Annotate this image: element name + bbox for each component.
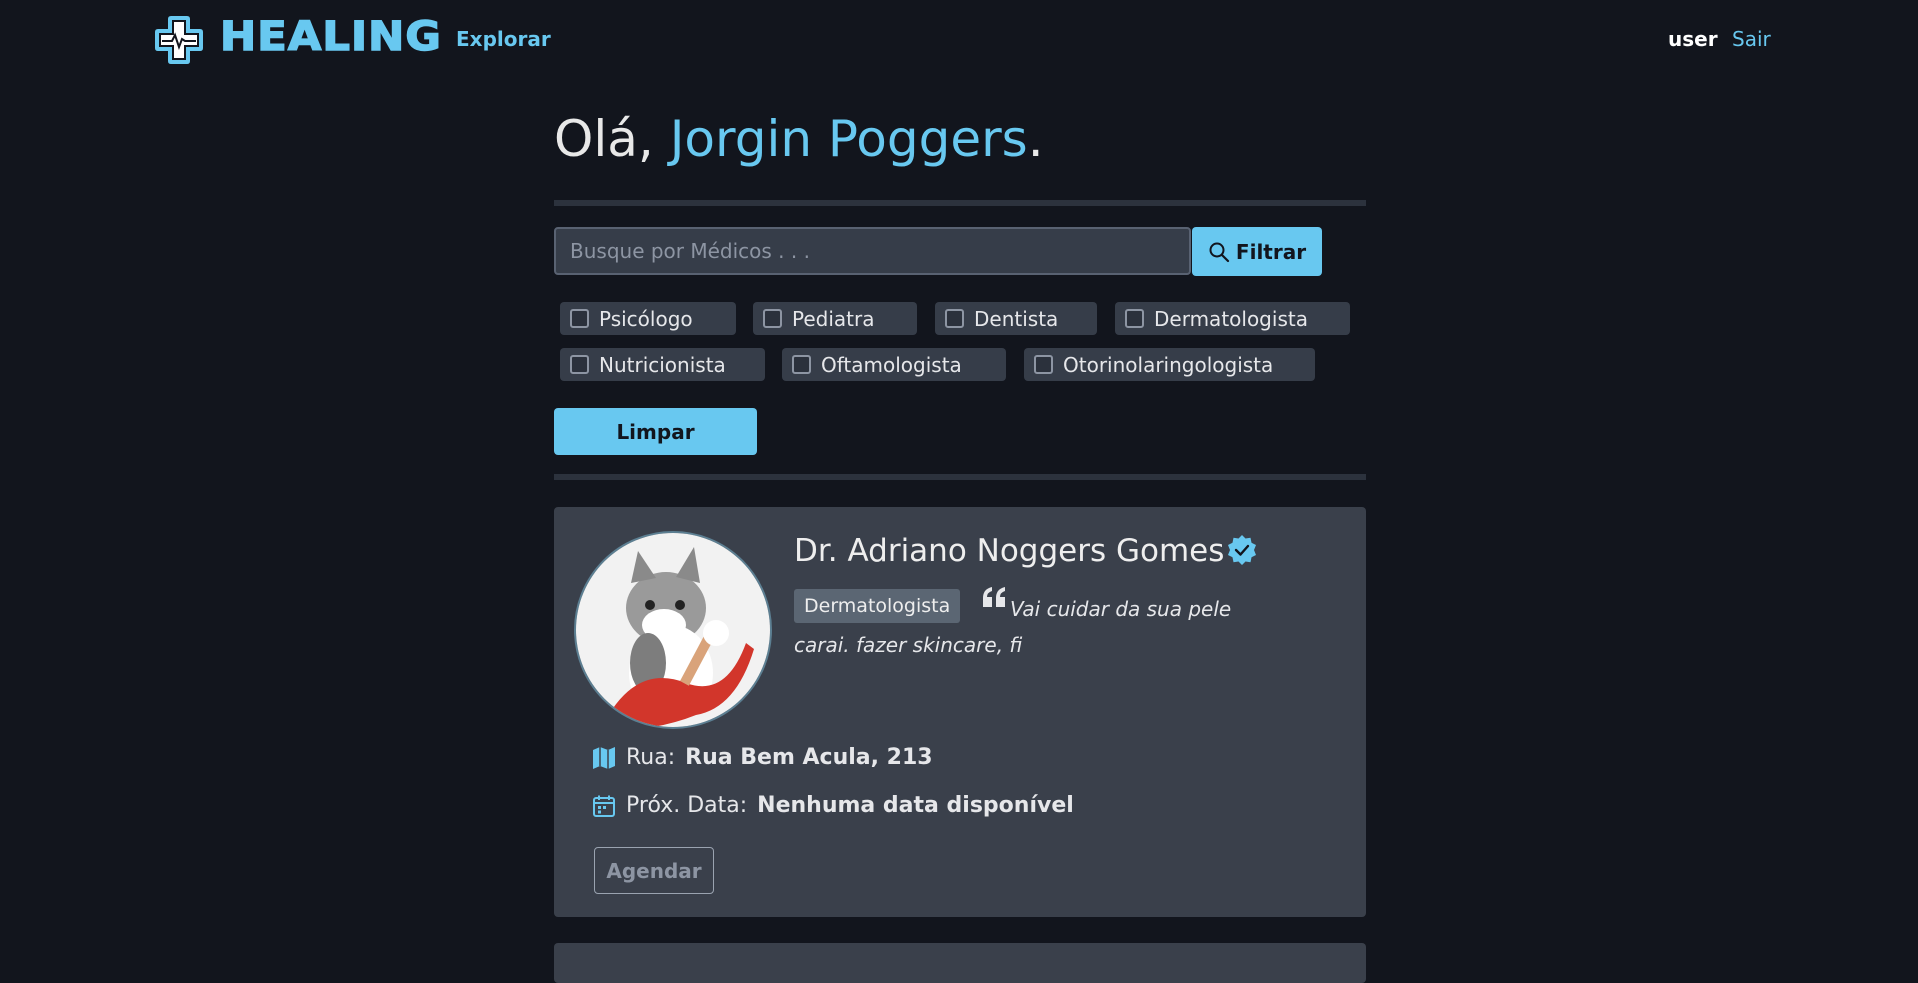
quote-icon [983,587,1005,607]
doctor-address-row: Rua: Rua Bem Acula, 213 [592,745,933,770]
filter-chip-pediatra[interactable]: Pediatra [753,302,917,335]
filter-chip-label: Oftamologista [821,352,962,377]
cat-guitar-image [576,533,770,727]
next-date-value: Nenhuma data disponível [757,793,1074,818]
checkbox[interactable] [945,309,964,328]
section-divider [554,474,1366,480]
filter-chip-nutricionista[interactable]: Nutricionista [560,348,765,381]
map-icon [593,746,615,769]
schedule-button[interactable]: Agendar [594,847,714,894]
filter-chip-dentista[interactable]: Dentista [935,302,1097,335]
filter-chip-psicologo[interactable]: Psicólogo [560,302,736,335]
doctor-search-input[interactable] [554,227,1191,275]
checkbox[interactable] [792,355,811,374]
filter-chip-label: Otorinolaringologista [1063,352,1274,377]
logout-link[interactable]: Sair [1732,27,1771,51]
filter-chip-label: Pediatra [792,306,875,331]
calendar-icon [593,795,615,817]
checkbox[interactable] [570,309,589,328]
clear-filters-button[interactable]: Limpar [554,408,757,455]
filter-chip-label: Dentista [974,306,1059,331]
medical-cross-logo-icon[interactable] [152,13,206,67]
checkbox[interactable] [1034,355,1053,374]
filter-chip-otorinolaringologista[interactable]: Otorinolaringologista [1024,348,1315,381]
filter-chip-label: Dermatologista [1154,306,1308,331]
filter-chip-dermatologista[interactable]: Dermatologista [1115,302,1350,335]
top-nav: HEALING Explorar user Sair [0,0,1918,80]
brand-logo-text[interactable]: HEALING [219,13,442,61]
filter-chip-label: Nutricionista [599,352,726,377]
doctor-next-date-row: Próx. Data: Nenhuma data disponível [592,793,1074,818]
checkbox[interactable] [1125,309,1144,328]
doctor-card [554,943,1366,983]
doctor-card: Dr. Adriano Noggers Gomes Vai cuidar da … [554,507,1366,917]
address-value: Rua Bem Acula, 213 [685,745,933,770]
greeting-suffix: . [1027,110,1044,168]
greeting-prefix: Olá, [554,110,670,168]
specialty-badge: Dermatologista [794,589,961,623]
nav-username: user [1668,27,1718,51]
address-label: Rua: [626,745,676,770]
doctor-avatar [574,531,772,729]
greeting-heading: Olá, Jorgin Poggers. [554,110,1044,168]
greeting-user-name: Jorgin Poggers [669,110,1028,168]
next-date-label: Próx. Data: [626,793,748,818]
search-icon [1209,242,1230,262]
checkbox[interactable] [763,309,782,328]
verified-badge-icon [1228,535,1256,565]
filter-button[interactable]: Filtrar [1192,227,1322,276]
section-divider [554,200,1366,206]
checkbox[interactable] [570,355,589,374]
doctor-name: Dr. Adriano Noggers Gomes [794,533,1225,569]
filter-button-label: Filtrar [1235,239,1307,264]
filter-chip-oftamologista[interactable]: Oftamologista [782,348,1006,381]
filter-chip-label: Psicólogo [599,306,693,331]
nav-explore-link[interactable]: Explorar [456,27,551,51]
